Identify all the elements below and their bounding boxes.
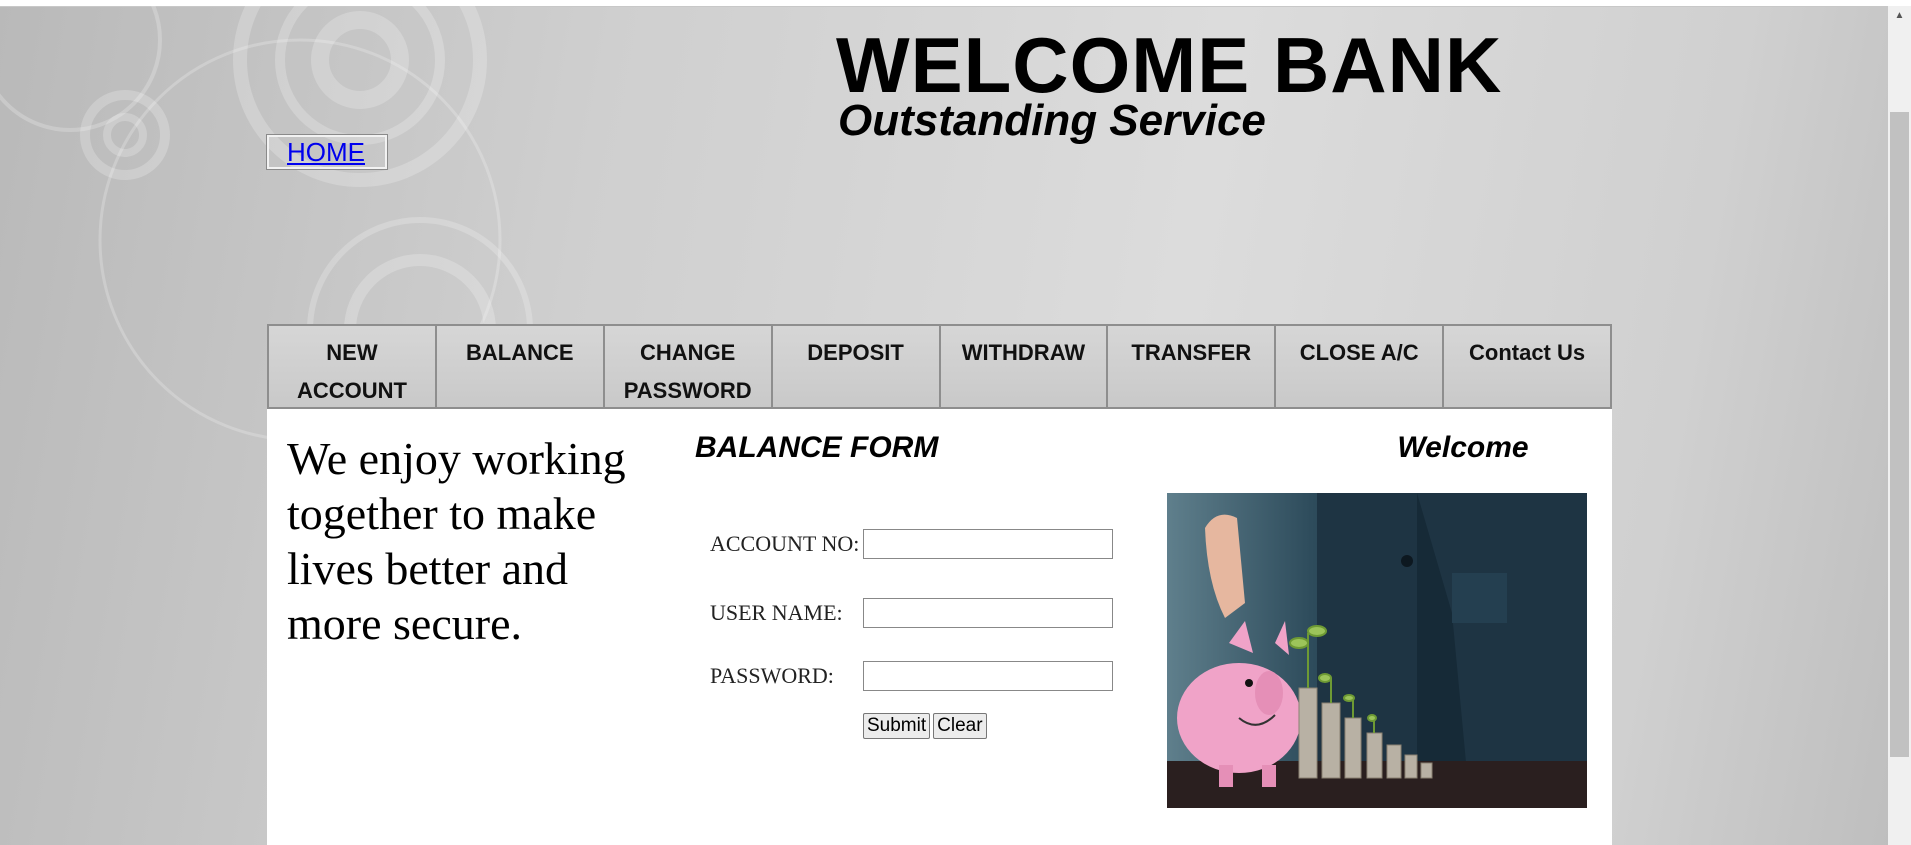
nav-deposit[interactable]: DEPOSIT xyxy=(773,326,941,407)
piggy-bank-image xyxy=(1167,493,1587,808)
account-no-input[interactable] xyxy=(863,528,1113,559)
form-spacer xyxy=(710,704,863,748)
content-panel: We enjoy working together to make lives … xyxy=(267,409,1612,845)
balance-form: ACCOUNT NO: USER NAME: PASSWORD: Submit C… xyxy=(710,509,1113,748)
password-label: PASSWORD: xyxy=(710,663,834,688)
nav-new-account[interactable]: NEW ACCOUNT xyxy=(269,326,437,407)
welcome-title: Welcome xyxy=(1397,431,1529,464)
scroll-up-arrow-icon[interactable]: ▲ xyxy=(1888,6,1911,26)
nav-change-password[interactable]: CHANGE PASSWORD xyxy=(605,326,773,407)
clear-button[interactable]: Clear xyxy=(933,713,987,739)
nav-close-account[interactable]: CLOSE A/C xyxy=(1276,326,1445,407)
nav-transfer[interactable]: TRANSFER xyxy=(1108,326,1277,407)
nav-balance[interactable]: BALANCE xyxy=(437,326,605,407)
tagline: We enjoy working together to make lives … xyxy=(287,433,626,649)
username-input[interactable] xyxy=(863,597,1113,628)
scroll-thumb[interactable] xyxy=(1890,112,1909,757)
nav-withdraw[interactable]: WITHDRAW xyxy=(941,326,1109,407)
form-title: BALANCE FORM xyxy=(695,431,939,464)
page-scrollbar[interactable]: ▲ xyxy=(1888,6,1911,845)
bank-subtitle: Outstanding Service xyxy=(838,96,1266,145)
username-label: USER NAME: xyxy=(710,600,843,625)
nav-contact-us[interactable]: Contact Us xyxy=(1444,326,1610,407)
main-nav: NEW ACCOUNT BALANCE CHANGE PASSWORD DEPO… xyxy=(267,324,1612,409)
submit-button[interactable]: Submit xyxy=(863,713,931,739)
home-link-box: HOME xyxy=(266,134,388,170)
password-input[interactable] xyxy=(863,660,1113,691)
account-no-label: ACCOUNT NO: xyxy=(710,531,860,556)
home-link[interactable]: HOME xyxy=(287,137,365,168)
browser-top-edge xyxy=(0,0,1911,7)
